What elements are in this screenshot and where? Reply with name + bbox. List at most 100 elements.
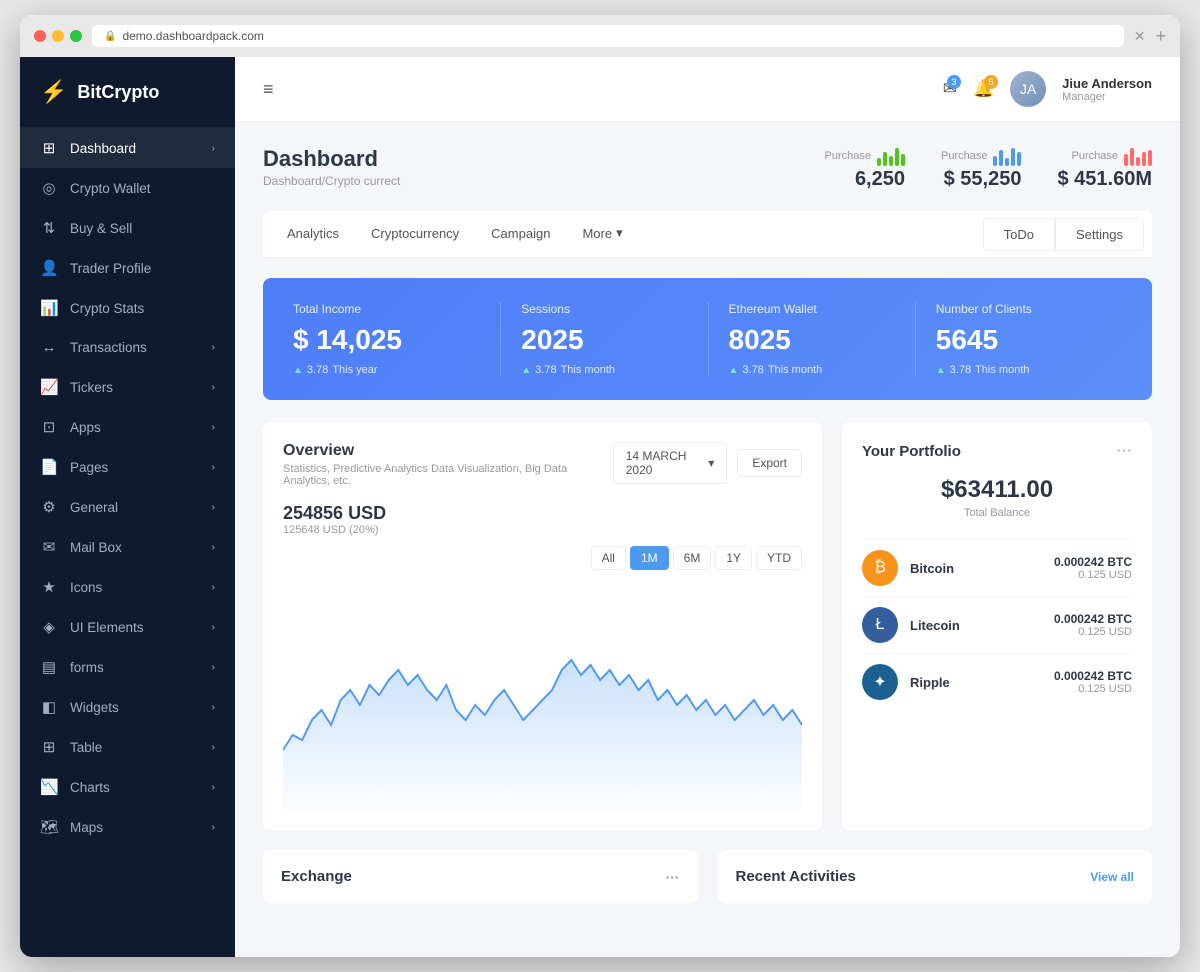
exchange-menu-icon[interactable]: ··· [666, 869, 680, 885]
wallet-icon: ◎ [40, 179, 58, 197]
browser-dot-close[interactable] [34, 30, 46, 42]
portfolio-menu-icon[interactable]: ··· [1116, 442, 1132, 460]
filter-1m[interactable]: 1M [630, 546, 669, 570]
sidebar-item-label: Buy & Sell [70, 221, 215, 236]
tab-analytics[interactable]: Analytics [271, 212, 355, 257]
hamburger-icon[interactable]: ≡ [263, 79, 274, 100]
sidebar-item-label: Dashboard [70, 141, 200, 156]
profile-icon: 👤 [40, 259, 58, 277]
filter-6m[interactable]: 6M [673, 546, 712, 570]
overview-title: Overview [283, 442, 613, 460]
up-arrow-icon: ▲ [521, 365, 531, 376]
sidebar-item-dashboard[interactable]: ⊞ Dashboard › [20, 128, 235, 168]
stat-label-ethereum: Ethereum Wallet [729, 302, 895, 316]
stat-period-clients: This month [975, 364, 1029, 376]
purchase-text-3: Purchase [1072, 150, 1118, 162]
portfolio-amount: $63411.00 [862, 476, 1132, 504]
purchase-stats: Purchase 6,250 [825, 146, 1152, 191]
logo-text: BitCrypto [77, 82, 159, 103]
chevron-right-icon: › [212, 382, 215, 393]
sidebar-item-forms[interactable]: ▤ forms › [20, 647, 235, 687]
tab-campaign[interactable]: Campaign [475, 212, 566, 257]
portfolio-balance-label: Total Balance [862, 507, 1132, 519]
litecoin-name: Litecoin [910, 618, 1042, 633]
sidebar-item-crypto-stats[interactable]: 📊 Crypto Stats [20, 288, 235, 328]
filter-1y[interactable]: 1Y [715, 546, 752, 570]
exchange-title-text: Exchange [281, 868, 352, 885]
stat-num-ethereum: 3.78 [742, 364, 763, 376]
purchase-text-1: Purchase [825, 150, 871, 162]
overview-controls: 14 MARCH 2020 ▾ Export [613, 442, 802, 484]
sidebar-item-crypto-wallet[interactable]: ◎ Crypto Wallet [20, 168, 235, 208]
purchase-stat-2: Purchase $ 55,250 [941, 146, 1021, 191]
crypto-item-bitcoin: ₿ Bitcoin 0.000242 BTC 0.125 USD [862, 539, 1132, 596]
purchase-label-3: Purchase [1072, 146, 1152, 166]
view-all-link[interactable]: View all [1090, 870, 1134, 884]
up-arrow-icon: ▲ [936, 365, 946, 376]
sidebar-item-widgets[interactable]: ◧ Widgets › [20, 687, 235, 727]
date-select[interactable]: 14 MARCH 2020 ▾ [613, 442, 728, 484]
page-title: Dashboard [263, 146, 825, 172]
sidebar-item-pages[interactable]: 📄 Pages › [20, 447, 235, 487]
browser-new-tab-icon[interactable]: + [1155, 26, 1166, 47]
sidebar-item-transactions[interactable]: ↔ Transactions › [20, 328, 235, 367]
mini-chart-3 [1124, 146, 1152, 166]
bitcoin-name: Bitcoin [910, 561, 1042, 576]
filter-all[interactable]: All [591, 546, 626, 570]
mail-button[interactable]: ✉ 3 [943, 79, 957, 99]
purchase-value-1: 6,250 [855, 168, 905, 191]
browser-close-icon[interactable]: ✕ [1134, 28, 1146, 45]
address-bar[interactable]: 🔒 demo.dashboardpack.com [92, 25, 1124, 47]
sidebar-item-mail-box[interactable]: ✉ Mail Box › [20, 527, 235, 567]
todo-button[interactable]: ToDo [983, 218, 1055, 251]
chevron-right-icon: › [212, 702, 215, 713]
browser-dot-maximize[interactable] [70, 30, 82, 42]
sidebar-item-tickers[interactable]: 📈 Tickers › [20, 367, 235, 407]
stat-label-sessions: Sessions [521, 302, 687, 316]
sidebar-item-charts[interactable]: 📉 Charts › [20, 767, 235, 807]
stat-num-sessions: 3.78 [535, 364, 556, 376]
bitcoin-usd: 0.125 USD [1054, 569, 1132, 581]
pages-icon: 📄 [40, 458, 58, 476]
sidebar-item-table[interactable]: ⊞ Table › [20, 727, 235, 767]
chevron-right-icon: › [212, 502, 215, 513]
chevron-right-icon: › [212, 462, 215, 473]
filter-ytd[interactable]: YTD [756, 546, 802, 570]
chevron-right-icon: › [212, 662, 215, 673]
stat-value-ethereum: 8025 [729, 324, 895, 356]
tab-cryptocurrency[interactable]: Cryptocurrency [355, 212, 475, 257]
lock-icon: 🔒 [104, 31, 116, 42]
browser-dot-minimize[interactable] [52, 30, 64, 42]
chevron-right-icon: › [212, 542, 215, 553]
sidebar-item-trader-profile[interactable]: 👤 Trader Profile [20, 248, 235, 288]
sidebar-item-apps[interactable]: ⊡ Apps › [20, 407, 235, 447]
user-name: Jiue Anderson [1062, 76, 1152, 91]
sidebar-item-label: Crypto Wallet [70, 181, 215, 196]
main-content: ≡ ✉ 3 🔔 5 JA Jiue Anderson Ma [235, 57, 1180, 957]
avatar[interactable]: JA [1010, 71, 1046, 107]
portfolio-title: Your Portfolio [862, 443, 961, 460]
settings-button[interactable]: Settings [1055, 218, 1144, 251]
stat-footer-ethereum: ▲ 3.78 This month [729, 364, 895, 376]
bitcoin-values: 0.000242 BTC 0.125 USD [1054, 555, 1132, 581]
sidebar-item-label: Tickers [70, 380, 200, 395]
purchase-text-2: Purchase [941, 150, 987, 162]
url-text: demo.dashboardpack.com [122, 29, 263, 43]
overview-header: Overview Statistics, Predictive Analytic… [283, 442, 802, 487]
sidebar-item-buy-sell[interactable]: ⇅ Buy & Sell [20, 208, 235, 248]
chevron-right-icon: › [212, 742, 215, 753]
dropdown-arrow-icon: ▾ [708, 456, 714, 470]
export-button[interactable]: Export [737, 449, 802, 477]
general-icon: ⚙ [40, 498, 58, 516]
sidebar-item-general[interactable]: ⚙ General › [20, 487, 235, 527]
sidebar-item-label: Apps [70, 420, 200, 435]
sidebar-item-maps[interactable]: 🗺 Maps › [20, 807, 235, 847]
sidebar-item-icons[interactable]: ★ Icons › [20, 567, 235, 607]
tab-more[interactable]: More ▾ [566, 211, 638, 257]
bell-button[interactable]: 🔔 5 [973, 79, 994, 99]
mail-icon: ✉ [40, 538, 58, 556]
chevron-right-icon: › [212, 822, 215, 833]
logo-icon: ⚡ [40, 79, 67, 105]
user-info: Jiue Anderson Manager [1062, 76, 1152, 103]
sidebar-item-ui-elements[interactable]: ◈ UI Elements › [20, 607, 235, 647]
